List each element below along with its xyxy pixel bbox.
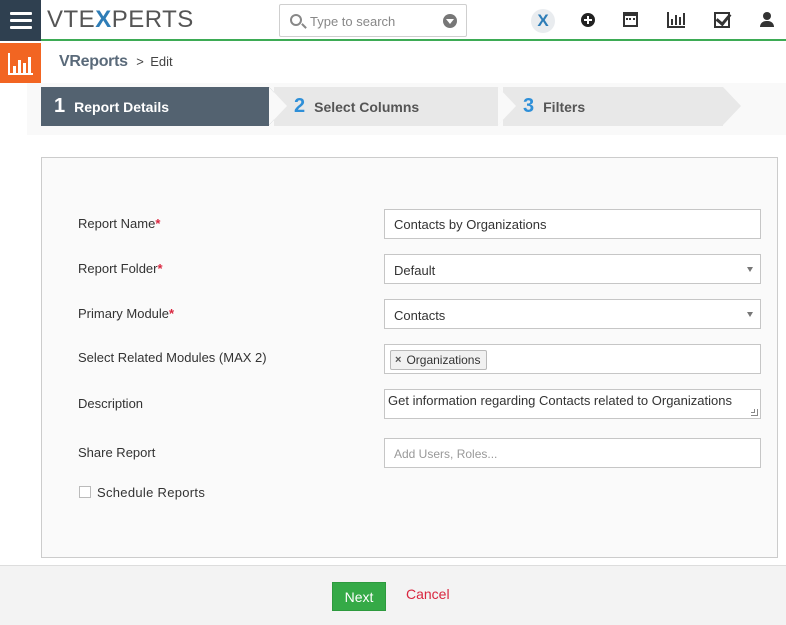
step-number: 2: [294, 95, 306, 117]
related-modules-multiselect[interactable]: × Organizations: [384, 344, 761, 374]
primary-module-label: Primary Module*: [78, 306, 175, 321]
breadcrumb: VReports > Edit: [59, 53, 173, 71]
resize-handle-icon[interactable]: [751, 409, 758, 416]
breadcrumb-module[interactable]: VReports: [59, 53, 128, 70]
step-number: 3: [523, 95, 535, 117]
chevron-down-icon: [747, 267, 753, 272]
top-navbar: VTEXPERTS Type to search X: [0, 0, 786, 41]
share-report-placeholder: Add Users, Roles...: [394, 447, 498, 461]
report-name-label: Report Name*: [78, 216, 161, 231]
step-label: Filters: [543, 98, 586, 115]
schedule-reports-checkbox[interactable]: [79, 486, 91, 498]
search-icon: [290, 14, 302, 26]
breadcrumb-page: Edit: [150, 54, 173, 69]
step-select-columns[interactable]: 2 Select Columns: [269, 87, 516, 126]
report-folder-label: Report Folder*: [78, 261, 163, 276]
report-name-input[interactable]: Contacts by Organizations: [384, 209, 761, 239]
report-name-value: Contacts by Organizations: [394, 217, 547, 232]
primary-module-select[interactable]: Contacts: [384, 299, 761, 329]
chevron-down-icon: [747, 312, 753, 317]
step-filters[interactable]: 3 Filters: [498, 87, 741, 126]
cancel-link[interactable]: Cancel: [406, 586, 450, 602]
wizard-steps: 1 Report Details 2 Select Columns 3 Filt…: [27, 83, 786, 135]
chart-icon[interactable]: [667, 12, 685, 28]
report-folder-select[interactable]: Default: [384, 254, 761, 284]
report-folder-value: Default: [394, 263, 436, 278]
description-label: Description: [78, 396, 144, 411]
next-button[interactable]: Next: [332, 582, 386, 611]
breadcrumb-separator: >: [136, 54, 144, 69]
related-module-tag-label: Organizations: [406, 353, 481, 367]
menu-icon[interactable]: [0, 0, 41, 41]
step-report-details[interactable]: 1 Report Details: [41, 87, 287, 126]
vtexperts-x-icon[interactable]: X: [531, 9, 555, 33]
calendar-icon[interactable]: [623, 12, 638, 27]
reports-module-icon[interactable]: [0, 43, 41, 83]
remove-tag-icon[interactable]: ×: [395, 354, 401, 366]
logo-text-left: VTE: [47, 6, 96, 33]
plus-icon[interactable]: [581, 13, 595, 27]
search-dropdown-icon[interactable]: [443, 14, 457, 28]
related-modules-label: Select Related Modules (MAX 2): [78, 350, 267, 365]
logo-text-right: PERTS: [111, 6, 194, 33]
description-value: Get information regarding Contacts relat…: [388, 393, 732, 408]
user-icon[interactable]: [760, 12, 774, 28]
share-report-input[interactable]: Add Users, Roles...: [384, 438, 761, 468]
report-details-form: Report Name* Contacts by Organizations R…: [41, 157, 778, 558]
form-footer: Next Cancel: [0, 565, 786, 625]
share-report-label: Share Report: [78, 445, 156, 460]
step-label: Select Columns: [314, 98, 420, 115]
vtexperts-logo[interactable]: VTEXPERTS: [47, 6, 194, 34]
step-number: 1: [54, 95, 66, 117]
global-search-input[interactable]: Type to search: [279, 4, 467, 37]
primary-module-value: Contacts: [394, 308, 446, 323]
step-label: Report Details: [74, 98, 170, 115]
search-placeholder: Type to search: [310, 14, 396, 29]
related-module-tag: × Organizations: [390, 350, 488, 370]
description-textarea[interactable]: Get information regarding Contacts relat…: [384, 389, 761, 419]
checkbox-icon[interactable]: [714, 12, 730, 28]
schedule-reports-label[interactable]: Schedule Reports: [97, 485, 205, 500]
logo-text-x: X: [95, 6, 112, 33]
